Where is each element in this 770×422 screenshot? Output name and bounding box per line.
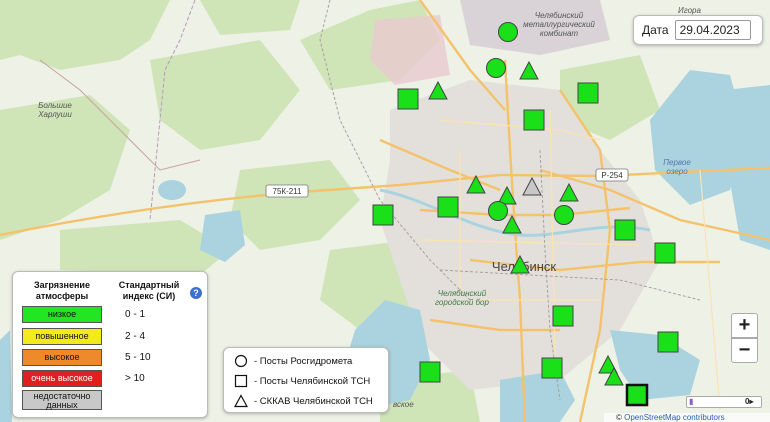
zoom-out-button[interactable]: − bbox=[731, 338, 758, 363]
attribution-link[interactable]: OpenStreetMap contributors bbox=[624, 413, 725, 422]
legend-pollution-header: Загрязнение атмосферы bbox=[34, 280, 90, 301]
station-circle-marker[interactable] bbox=[486, 58, 506, 78]
symbol-legend: - Посты Росгидромета - Посты Челябинской… bbox=[223, 347, 389, 413]
symbol-row-circle: - Посты Росгидромета bbox=[234, 353, 352, 369]
legend-range-3: > 10 bbox=[125, 373, 145, 384]
symbol-label-circle: - Посты Росгидромета bbox=[254, 355, 353, 367]
station-square-marker[interactable] bbox=[577, 82, 599, 104]
legend-level-1: повышенное bbox=[22, 328, 102, 345]
station-square-marker[interactable] bbox=[541, 357, 563, 379]
igora-label: Игора bbox=[678, 6, 701, 15]
circle-symbol-icon bbox=[234, 354, 248, 368]
legend-range-0: 0 - 1 bbox=[125, 309, 146, 320]
station-square-marker[interactable] bbox=[552, 305, 574, 327]
slider-handle-icon[interactable]: 0▸ bbox=[745, 397, 753, 407]
legend-level-3: очень высокое bbox=[22, 370, 102, 387]
station-circle-marker[interactable] bbox=[554, 205, 574, 225]
date-label: Дата bbox=[642, 23, 669, 37]
symbol-row-square: - Посты Челябинской ТСН bbox=[234, 373, 370, 389]
station-square-marker[interactable] bbox=[419, 361, 441, 383]
metal-plant-label: Челябинский металлургический комбинат bbox=[523, 11, 595, 38]
road-shield-r254: Р-254 bbox=[595, 168, 629, 182]
station-square-marker[interactable] bbox=[397, 88, 419, 110]
symbol-label-square: - Посты Челябинской ТСН bbox=[254, 375, 371, 387]
lake-pervoe-label: Первое озеро bbox=[663, 158, 691, 176]
svg-text:75К-211: 75К-211 bbox=[273, 187, 303, 196]
zoom-in-button[interactable]: + bbox=[731, 313, 758, 338]
symbol-label-triangle: - СККАВ Челябинской ТСН bbox=[254, 395, 373, 407]
attribution: © OpenStreetMap contributors bbox=[604, 413, 770, 422]
help-icon[interactable]: ? bbox=[190, 287, 202, 299]
pollution-legend: Загрязнение атмосферы Стандартный индекс… bbox=[12, 271, 208, 418]
station-square-marker[interactable] bbox=[654, 242, 676, 264]
legend-range-1: 2 - 4 bbox=[125, 331, 146, 342]
legend-level-2: высокое bbox=[22, 349, 102, 366]
time-slider[interactable]: ▮ 0▸ bbox=[686, 396, 762, 408]
station-square-marker[interactable] bbox=[523, 109, 545, 131]
slider-left-icon: ▮ bbox=[689, 397, 694, 406]
station-circle-marker[interactable] bbox=[488, 201, 508, 221]
legend-level-0: низкое bbox=[22, 306, 102, 323]
station-square-marker[interactable] bbox=[437, 196, 459, 218]
forest-label: Челябинский городской бор bbox=[435, 289, 489, 307]
legend-level-4: недостаточно данных bbox=[22, 390, 102, 410]
date-input[interactable] bbox=[674, 20, 751, 40]
station-square-marker[interactable] bbox=[657, 331, 679, 353]
legend-index-header: Стандартный индекс (СИ) bbox=[118, 280, 180, 301]
symbol-row-triangle: - СККАВ Челябинской ТСН bbox=[234, 393, 373, 409]
date-panel: Дата bbox=[633, 15, 763, 45]
station-square-marker[interactable] bbox=[372, 204, 394, 226]
station-square-marker[interactable] bbox=[614, 219, 636, 241]
triangle-symbol-icon bbox=[234, 394, 248, 408]
station-square-marker[interactable] bbox=[625, 383, 649, 407]
bottom-left-label: вское bbox=[393, 400, 414, 409]
legend-range-2: 5 - 10 bbox=[125, 352, 151, 363]
attribution-prefix: © bbox=[616, 413, 625, 422]
square-symbol-icon bbox=[234, 374, 248, 388]
bolshie-kharlushi-label: Большие Харлуши bbox=[38, 101, 72, 119]
road-shield-75k: 75К-211 bbox=[265, 184, 309, 198]
svg-text:Р-254: Р-254 bbox=[601, 171, 623, 180]
